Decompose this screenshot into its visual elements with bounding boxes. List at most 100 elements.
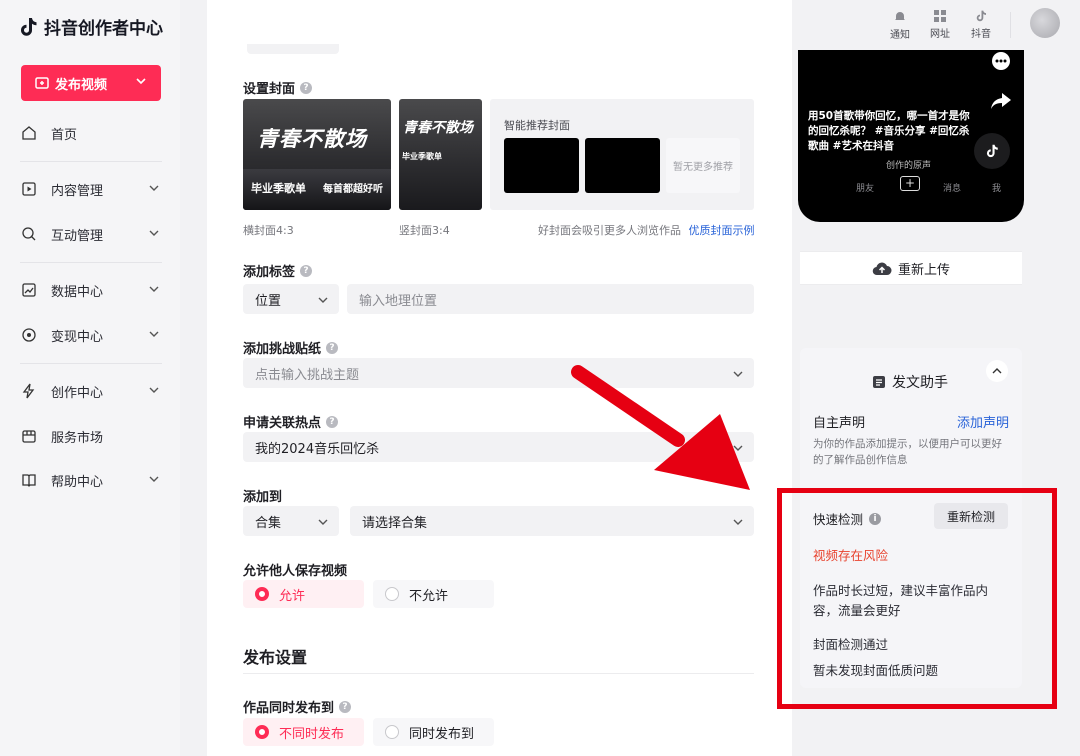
avatar[interactable] [1030,8,1060,38]
chevron-down-icon [733,519,743,525]
sidebar-item-home[interactable]: 首页 [20,118,162,148]
radio-allow-save[interactable]: 允许 [243,580,364,608]
help-icon[interactable]: ? [326,415,339,428]
collection-select[interactable]: 请选择合集 [350,506,754,536]
url-button[interactable]: 网址 [926,10,954,40]
douyin-logo-icon [21,17,37,36]
more-icon[interactable] [991,52,1011,74]
chevron-down-icon [149,286,159,292]
plus-icon[interactable]: + [900,176,920,191]
cover-tip: 好封面会吸引更多人浏览作品 优质封面示例 [538,224,755,237]
radio-unchecked-icon [385,725,399,739]
chevron-down-icon [149,387,159,393]
app-logo[interactable]: 抖音创作者中心 [20,14,163,39]
notification-label: 通知 [890,30,910,41]
sidebar-item-monetize[interactable]: 变现中心 [20,320,162,350]
publish-settings-title: 发布设置 [243,648,308,667]
portrait-cover-caption: 竖封面3:4 [399,224,450,237]
douyin-button[interactable]: 抖音 [967,10,995,40]
chevron-down-icon [136,78,146,85]
douyin-label: 抖音 [971,29,991,40]
smart-cover-option[interactable] [585,138,660,193]
save-permission-label: 允许他人保存视频 [243,564,348,579]
help-icon[interactable]: ? [300,264,313,277]
video-preview: 用50首歌带你回忆，哪一首才是你的回忆杀呢？ #音乐分享 #回忆杀歌曲 #艺术在… [798,50,1024,222]
sidebar-item-content[interactable]: 内容管理 [20,174,162,204]
cloud-upload-icon [872,262,892,275]
divider [20,161,162,162]
chevron-down-icon [149,331,159,337]
assistant-title: 发文助手 [892,375,948,391]
help-icon[interactable]: ? [326,341,339,354]
portrait-cover-thumbnail[interactable]: 青春不散场 毕业季歌单 [399,99,482,210]
tab-messages[interactable]: 消息 [943,181,961,194]
declaration-description: 为你的作品添加提示，以便用户可以更好的了解作品创作信息 [813,438,1002,466]
no-more-recommend: 暂无更多推荐 [666,138,740,193]
sidebar-item-create[interactable]: 创作中心 [20,376,162,406]
help-icon[interactable]: ? [300,81,313,94]
collection-type-select[interactable]: 合集 [243,506,339,536]
sidebar-item-label: 创作中心 [51,385,104,401]
annotation-highlight-box [777,488,1057,709]
cover-art-title: 青春不散场 [403,120,473,136]
annotation-arrow-icon [571,365,750,490]
radio-unchecked-icon [385,587,399,601]
divider [243,673,754,674]
radio-no-sync[interactable]: 不同时发布 [243,718,364,746]
douyin-icon [976,10,986,22]
radio-checked-icon [255,587,269,601]
music-disc-icon[interactable] [974,133,1010,169]
document-icon [873,376,885,388]
reupload-button[interactable]: 重新上传 [800,251,1022,285]
reupload-label: 重新上传 [897,262,950,278]
hotspot-label: 申请关联热点? [243,412,339,431]
music-title: 创作的原声 [886,161,932,171]
chevron-down-icon [149,185,159,191]
cover-art-line1: 毕业季歌单 [402,152,442,161]
sidebar-item-label: 互动管理 [51,228,104,244]
tags-label: 添加标签? [243,261,313,280]
interaction-icon [20,225,38,243]
tab-friends[interactable]: 朋友 [856,181,874,194]
smart-cover-panel: 智能推荐封面 暂无更多推荐 [490,99,754,210]
notification-button[interactable]: 通知 [886,10,914,41]
sync-label: 作品同时发布到? [243,697,352,716]
chevron-down-icon [149,230,159,236]
tab-me[interactable]: 我 [992,181,1001,194]
location-type-select[interactable]: 位置 [243,284,339,314]
sidebar-item-data[interactable]: 数据中心 [20,275,162,305]
app-title: 抖音创作者中心 [44,19,163,39]
scrolled-field-remnant [247,44,339,54]
radio-sync[interactable]: 同时发布到 [373,718,494,746]
sidebar-item-interaction[interactable]: 互动管理 [20,219,162,249]
chevron-down-icon [149,476,159,482]
share-icon[interactable] [990,92,1012,114]
collapse-button[interactable] [986,360,1008,382]
help-icon[interactable]: ? [339,700,352,713]
landscape-cover-thumbnail[interactable]: 青春不散场 毕业季歌单 每首都超好听 [243,99,391,210]
cover-example-link[interactable]: 优质封面示例 [689,224,755,237]
add-declaration-link[interactable]: 添加声明 [957,412,1009,431]
preview-caption: 用50首歌带你回忆，哪一首才是你的回忆杀呢？ #音乐分享 #回忆杀歌曲 #艺术在… [808,110,970,152]
grid-icon [934,10,946,22]
upload-video-icon [35,77,49,89]
publish-video-button[interactable]: 发布视频 [21,65,161,101]
home-icon [20,124,38,142]
chevron-up-icon [992,368,1002,374]
sidebar-item-help[interactable]: 帮助中心 [20,465,162,495]
sidebar-item-market[interactable]: 服务市场 [20,421,162,451]
sidebar-item-label: 数据中心 [51,284,104,300]
smart-cover-option[interactable] [504,138,579,193]
url-label: 网址 [930,29,950,40]
landscape-cover-caption: 横封面4:3 [243,224,294,237]
radio-deny-save[interactable]: 不允许 [373,580,494,608]
cover-art-line1: 毕业季歌单 [251,182,306,195]
chart-icon [20,281,38,299]
radio-checked-icon [255,725,269,739]
addto-label: 添加到 [243,490,283,505]
challenge-label: 添加挑战贴纸? [243,338,339,357]
assistant-header: 发文助手 [872,372,948,392]
location-input[interactable]: 输入地理位置 [347,284,754,314]
cover-art-line2: 每首都超好听 [323,184,383,195]
smart-cover-title: 智能推荐封面 [504,119,570,132]
